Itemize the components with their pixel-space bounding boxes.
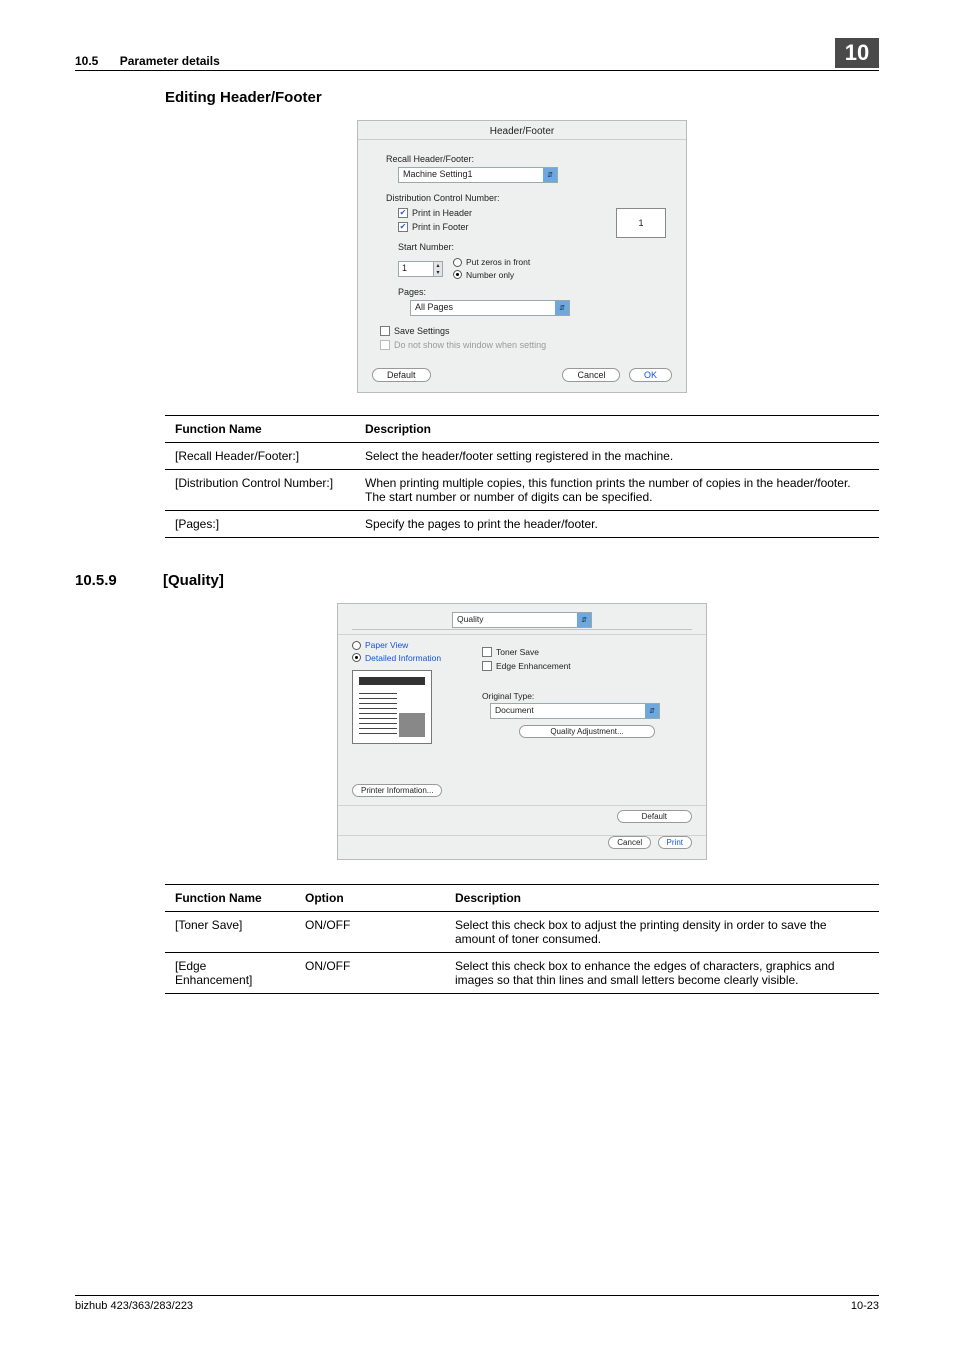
checkbox-icon [482,661,492,671]
recall-select-value: Machine Setting1 [403,169,473,179]
edge-enhancement-label: Edge Enhancement [496,661,571,671]
checkbox-icon [380,340,390,350]
table-header-option: Option [295,885,445,912]
section-title: Parameter details [120,54,220,68]
do-not-show-label: Do not show this window when setting [394,340,546,350]
start-number-input[interactable]: 1 [398,261,434,277]
printer-information-button[interactable]: Printer Information... [352,784,442,797]
table-header-function: Function Name [165,885,295,912]
radio-icon [352,641,361,650]
paper-view-label: Paper View [365,640,408,650]
default-button[interactable]: Default [617,810,692,823]
do-not-show-checkbox: Do not show this window when setting [380,340,546,350]
print-in-footer-checkbox[interactable]: Print in Footer [398,222,469,232]
quality-tab-value: Quality [457,614,483,624]
footer-left: bizhub 423/363/283/223 [75,1300,193,1312]
header-footer-table: Function Name Description [Recall Header… [165,415,879,538]
chevron-up-down-icon: ⇵ [577,613,591,627]
table-cell-desc: Specify the pages to print the header/fo… [355,511,879,538]
heading-quality: 10.5.9 [Quality] [75,572,879,589]
table-cell-desc: Select this check box to adjust the prin… [445,912,879,953]
chevron-up-down-icon: ⇵ [543,168,557,182]
table-cell-fn: [Distribution Control Number:] [165,470,355,511]
recall-label: Recall Header/Footer: [386,154,666,164]
recall-select[interactable]: Machine Setting1 ⇵ [398,167,558,183]
cancel-button[interactable]: Cancel [562,368,620,382]
table-row: [Recall Header/Footer:] Select the heade… [165,443,879,470]
page-footer: bizhub 423/363/283/223 10-23 [75,1295,879,1312]
put-zeros-label: Put zeros in front [466,257,530,267]
footer-right: 10-23 [851,1300,879,1312]
print-in-header-label: Print in Header [412,208,472,218]
dialog-title: Header/Footer [358,121,686,140]
table-cell-fn: [Toner Save] [165,912,295,953]
quality-tab-select[interactable]: Quality ⇵ [452,612,592,628]
edge-enhancement-checkbox[interactable]: Edge Enhancement [482,661,571,671]
table-cell-fn: [Edge Enhancement] [165,953,295,994]
subsection-number: 10.5.9 [75,572,139,589]
table-cell-desc: When printing multiple copies, this func… [355,470,879,511]
quality-dialog: Quality ⇵ Paper View Detailed Informatio… [337,603,707,860]
ok-button[interactable]: OK [629,368,672,382]
table-cell-desc: Select the header/footer setting registe… [355,443,879,470]
detailed-info-label: Detailed Information [365,653,441,663]
radio-icon [453,258,462,267]
page-header: 10.5 Parameter details 10 [75,38,879,71]
table-cell-opt: ON/OFF [295,912,445,953]
pages-label: Pages: [386,287,666,297]
number-only-radio[interactable]: Number only [453,270,514,280]
preview-thumbnail [352,670,432,744]
save-settings-checkbox[interactable]: Save Settings [380,326,450,336]
checkbox-icon [380,326,390,336]
toner-save-label: Toner Save [496,647,539,657]
chevron-up-icon: ▴ [434,262,442,269]
table-row: [Toner Save] ON/OFF Select this check bo… [165,912,879,953]
chapter-number: 10 [835,38,879,68]
save-settings-label: Save Settings [394,326,450,336]
table-row: [Pages:] Specify the pages to print the … [165,511,879,538]
section-number: 10.5 [75,54,98,68]
original-type-select[interactable]: Document ⇵ [490,703,660,719]
subsection-title: [Quality] [163,572,224,589]
toner-save-checkbox[interactable]: Toner Save [482,647,539,657]
table-row: [Distribution Control Number:] When prin… [165,470,879,511]
table-header-description: Description [355,416,879,443]
print-in-header-checkbox[interactable]: Print in Header [398,208,472,218]
checkbox-icon [398,208,408,218]
radio-icon [453,270,462,279]
number-only-label: Number only [466,270,514,280]
table-header-function: Function Name [165,416,355,443]
default-button[interactable]: Default [372,368,431,382]
radio-icon [352,653,361,662]
table-cell-opt: ON/OFF [295,953,445,994]
quality-table: Function Name Option Description [Toner … [165,884,879,994]
cancel-button[interactable]: Cancel [608,836,651,849]
dcn-label: Distribution Control Number: [386,193,666,203]
checkbox-icon [398,222,408,232]
original-type-value: Document [495,705,534,715]
table-cell-desc: Select this check box to enhance the edg… [445,953,879,994]
print-in-footer-label: Print in Footer [412,222,469,232]
pages-select[interactable]: All Pages ⇵ [410,300,570,316]
original-type-label: Original Type: [482,691,692,701]
heading-editing-header-footer: Editing Header/Footer [165,89,879,106]
checkbox-icon [482,647,492,657]
table-header-description: Description [445,885,879,912]
table-cell-fn: [Recall Header/Footer:] [165,443,355,470]
put-zeros-radio[interactable]: Put zeros in front [453,257,530,267]
chevron-up-down-icon: ⇵ [555,301,569,315]
chevron-down-icon: ▾ [434,269,442,276]
table-row: [Edge Enhancement] ON/OFF Select this ch… [165,953,879,994]
header-footer-dialog: Header/Footer Recall Header/Footer: Mach… [357,120,687,393]
pages-select-value: All Pages [415,302,453,312]
preview-box: 1 [616,208,666,238]
chevron-up-down-icon: ⇵ [645,704,659,718]
start-number-label: Start Number: [398,242,666,252]
start-number-stepper[interactable]: ▴▾ [433,261,443,277]
quality-adjustment-button[interactable]: Quality Adjustment... [519,725,654,738]
detailed-info-radio[interactable]: Detailed Information [352,653,441,663]
print-button[interactable]: Print [658,836,692,849]
table-cell-fn: [Pages:] [165,511,355,538]
paper-view-radio[interactable]: Paper View [352,640,408,650]
